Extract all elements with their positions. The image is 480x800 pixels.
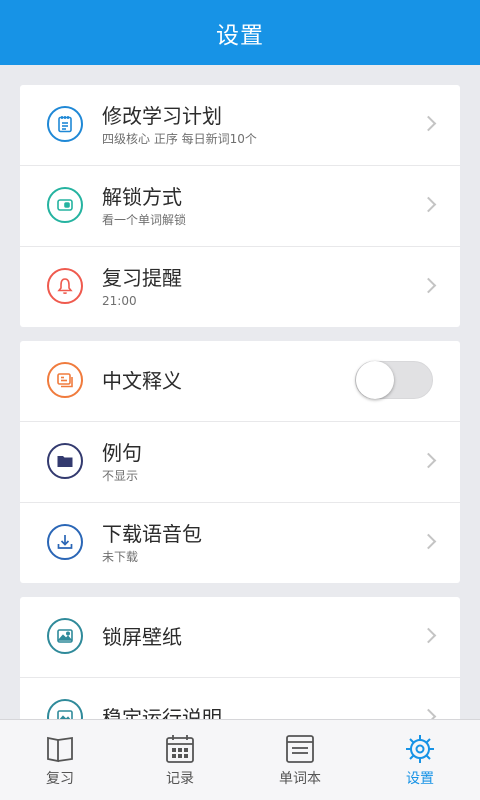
row-title: 下载语音包 bbox=[102, 522, 202, 546]
chinese-definition-toggle[interactable] bbox=[355, 361, 433, 399]
settings-list[interactable]: 修改学习计划 四级核心 正序 每日新词10个 解锁方式 看一个单词解锁 复习提醒… bbox=[0, 65, 480, 720]
review-reminder-row[interactable]: 复习提醒 21:00 bbox=[20, 246, 460, 327]
study-plan-icon bbox=[47, 106, 83, 142]
row-subtitle: 未下载 bbox=[102, 550, 139, 564]
settings-group-study: 修改学习计划 四级核心 正序 每日新词10个 解锁方式 看一个单词解锁 复习提醒… bbox=[20, 85, 460, 327]
chevron-right-icon bbox=[420, 196, 437, 213]
translation-icon bbox=[47, 362, 83, 398]
row-subtitle: 看一个单词解锁 bbox=[102, 213, 187, 227]
chevron-right-icon bbox=[420, 277, 437, 294]
row-title: 中文释义 bbox=[102, 369, 182, 393]
unlock-mode-icon bbox=[47, 187, 83, 223]
settings-group-display: 中文释义 例句 不显示 下载语音包 未下载 bbox=[20, 341, 460, 583]
row-subtitle: 21:00 bbox=[102, 294, 137, 308]
folder-icon bbox=[47, 443, 83, 479]
bottom-tab-bar: 复习 记录 单词本 设置 bbox=[0, 719, 480, 800]
book-icon bbox=[47, 736, 73, 763]
wallpaper-icon bbox=[47, 618, 83, 654]
example-sentence-row[interactable]: 例句 不显示 bbox=[20, 421, 460, 502]
chevron-right-icon bbox=[420, 533, 437, 550]
row-title: 解锁方式 bbox=[102, 185, 182, 209]
calendar-icon bbox=[166, 735, 194, 763]
top-bar: 设置 bbox=[0, 0, 480, 65]
chevron-right-icon bbox=[420, 452, 437, 469]
row-subtitle: 四级核心 正序 每日新词10个 bbox=[102, 132, 257, 146]
tab-label: 记录 bbox=[166, 771, 194, 787]
stable-run-row[interactable]: 稳定运行说明 bbox=[20, 677, 460, 720]
study-plan-row[interactable]: 修改学习计划 四级核心 正序 每日新词10个 bbox=[20, 85, 460, 165]
tab-review[interactable]: 复习 bbox=[0, 720, 120, 800]
tab-wordbook[interactable]: 单词本 bbox=[240, 720, 360, 800]
row-title: 锁屏壁纸 bbox=[102, 625, 182, 649]
voice-pack-row[interactable]: 下载语音包 未下载 bbox=[20, 502, 460, 583]
tab-label: 单词本 bbox=[279, 771, 321, 787]
row-title: 稳定运行说明 bbox=[102, 706, 222, 720]
row-title: 例句 bbox=[102, 441, 142, 465]
chinese-definition-row[interactable]: 中文释义 bbox=[20, 341, 460, 421]
settings-group-other: 锁屏壁纸 稳定运行说明 bbox=[20, 597, 460, 720]
info-image-icon bbox=[47, 699, 83, 720]
page-title: 设置 bbox=[216, 22, 264, 49]
row-title: 复习提醒 bbox=[102, 266, 182, 290]
tab-label: 设置 bbox=[406, 771, 434, 787]
tab-record[interactable]: 记录 bbox=[120, 720, 240, 800]
chevron-right-icon bbox=[420, 115, 437, 132]
row-subtitle: 不显示 bbox=[102, 469, 139, 483]
toggle-knob bbox=[356, 361, 394, 399]
row-title: 修改学习计划 bbox=[102, 104, 222, 128]
bell-icon bbox=[47, 268, 83, 304]
tab-settings[interactable]: 设置 bbox=[360, 720, 480, 800]
unlock-mode-row[interactable]: 解锁方式 看一个单词解锁 bbox=[20, 165, 460, 246]
wordbook-icon bbox=[286, 735, 314, 763]
download-icon bbox=[47, 524, 83, 560]
chevron-right-icon bbox=[420, 627, 437, 644]
settings-gear-icon bbox=[406, 735, 434, 763]
lockscreen-wallpaper-row[interactable]: 锁屏壁纸 bbox=[20, 597, 460, 677]
tab-label: 复习 bbox=[46, 771, 74, 787]
